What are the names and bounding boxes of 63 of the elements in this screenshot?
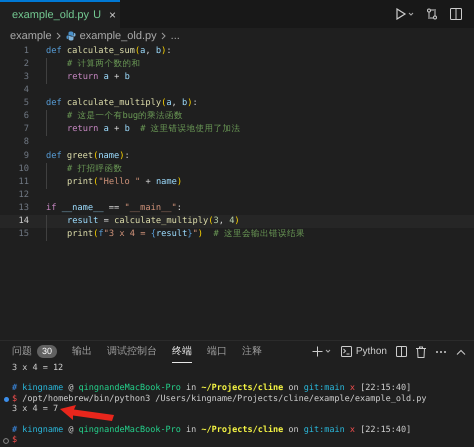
code-line: if __name__ == "__main__": (46, 202, 182, 215)
panel-tab[interactable]: 端口 (207, 340, 228, 363)
more-icon[interactable] (435, 350, 447, 354)
panel-tab[interactable]: 注释 (242, 340, 262, 363)
terminal-line: 3 x 4 = 7 (12, 403, 58, 416)
line-number: 15 (18, 228, 29, 241)
terminal-line: # kingname @ qingnandeMacBook-Pro in ~/Projects/cline on git:main x [22:15:40] (12, 382, 412, 394)
arrow-drawing (60, 405, 116, 422)
line-number: 2 (22, 58, 29, 72)
panel-tab[interactable]: 问题 (12, 340, 32, 363)
split-terminal-icon[interactable] (396, 346, 407, 358)
breadcrumb-item[interactable]: ... (170, 28, 180, 44)
code-line: return a + b # 这里错误地使用了加法 (67, 123, 241, 136)
line-number: 1 (22, 45, 29, 58)
terminal-line: # kingname @ qingnandeMacBook-Pro in ~/Projects/cline on git:main x [22:15:40] (12, 424, 412, 436)
code-line: result = calculate_multiply(3, 4) (67, 214, 240, 228)
code-line: print(f"3 x 4 = {result}") # 这里会输出错误结果 (67, 228, 305, 241)
command-success-icon[interactable] (4, 396, 8, 402)
line-number: 14 (18, 214, 29, 228)
line-number: 5 (22, 97, 29, 110)
code-line: # 打招呼函数 (67, 162, 122, 176)
code-line: # 这是一个有bug的乘法函数 (67, 110, 184, 124)
chevron-icon (160, 32, 167, 40)
code-line: def calculate_multiply(a, b): (46, 97, 198, 110)
trash-icon[interactable] (416, 346, 426, 358)
tab-filename: example_old.py (12, 8, 90, 23)
run-icon[interactable] (396, 8, 414, 20)
terminal-line: $ /opt/homebrew/bin/python3 /Users/kingname/Projects/cline/example/example_old.py (12, 392, 427, 404)
panel-tab[interactable]: 终端 (172, 340, 192, 363)
terminal-line: 3 x 4 = 12 (12, 362, 64, 374)
line-number: 4 (22, 84, 29, 98)
line-number: 12 (18, 188, 29, 202)
line-number: 7 (22, 123, 29, 136)
python-file-icon (66, 31, 76, 41)
breadcrumb-item[interactable]: example (10, 28, 52, 44)
line-number: 6 (22, 110, 29, 124)
count-badge: 30 (37, 345, 58, 358)
terminal-profile[interactable]: Python (356, 344, 387, 360)
code-line: print("Hello " + name) (67, 176, 182, 189)
terminal-icon (340, 346, 352, 358)
close-button[interactable]: × (109, 6, 116, 24)
panel-tab[interactable]: 输出 (72, 340, 92, 363)
editor-tab[interactable]: example_old.py U × (0, 0, 120, 28)
split-editor-icon[interactable] (450, 8, 462, 20)
line-number: 8 (22, 136, 29, 150)
line-number: 9 (22, 150, 29, 162)
command-pending-icon[interactable] (3, 438, 9, 444)
code-line: # 计算两个数的和 (67, 58, 140, 72)
code-line: return a + b (67, 71, 130, 84)
chevron-icon (56, 32, 62, 40)
compare-icon[interactable] (426, 8, 438, 20)
line-number: 10 (18, 162, 29, 176)
code-line: def calculate_sum(a, b): (46, 45, 172, 58)
add-icon[interactable] (312, 346, 332, 358)
line-number: 11 (18, 176, 29, 189)
line-number: 3 (22, 71, 29, 84)
terminal-line: $ (12, 434, 18, 447)
breadcrumb-item[interactable]: example_old.py (80, 28, 157, 44)
collapse-icon[interactable] (456, 348, 466, 355)
untracked-label: U (93, 8, 102, 23)
panel-tab[interactable]: 调试控制台 (107, 340, 158, 363)
code-line: def greet(name): (46, 150, 130, 162)
line-number: 13 (18, 202, 29, 215)
